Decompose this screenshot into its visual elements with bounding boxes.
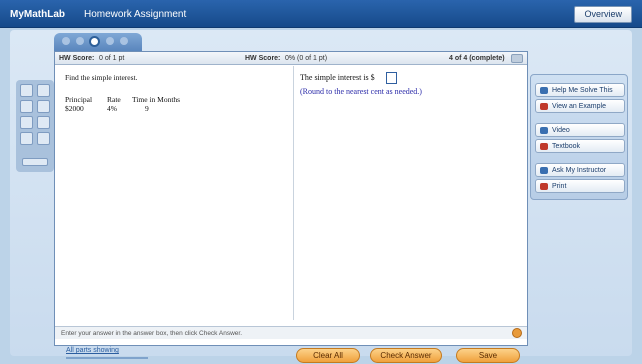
table-cell-time: 9 [145,104,149,113]
tool-button[interactable] [20,84,33,97]
table-header-rate: Rate [107,95,121,104]
table-header-principal: Principal [65,95,93,104]
tab-dot-4[interactable] [106,37,114,45]
ask-instructor-icon [540,167,548,174]
assignment-title: Homework Assignment [84,9,187,20]
help-item-label: Help Me Solve This [552,87,613,94]
textbook-icon [540,143,548,150]
example-icon [540,103,548,110]
score-label: HW Score: [245,55,281,62]
clear-all-button[interactable]: Clear All [296,348,360,363]
question-prompt: Find the simple interest. [65,73,138,82]
view-example-button[interactable]: View an Example [535,99,625,113]
print-button[interactable]: Print [535,179,625,193]
tool-button[interactable] [37,100,50,113]
rounding-instruction: (Round to the nearest cent as needed.) [300,87,422,96]
status-text: Enter your answer in the answer box, the… [61,330,243,337]
math-tools-palette [16,80,54,172]
info-icon[interactable] [512,328,522,338]
help-item-label: Print [552,183,567,190]
table-cell-rate: 4% [107,104,117,113]
overview-button[interactable]: Overview [574,6,632,23]
question-panel: HW Score: 0 of 1 pt HW Score: 0% (0 of 1… [54,51,528,346]
tool-button[interactable] [37,84,50,97]
tab-dot-1[interactable] [62,37,70,45]
help-item-label: Video [552,127,570,134]
tool-more-button[interactable] [22,158,48,166]
question-tab-strip [54,33,142,51]
print-icon [540,183,548,190]
answer-prompt: The simple interest is $ [300,73,375,82]
tool-button[interactable] [37,116,50,129]
tool-button[interactable] [20,116,33,129]
table-header-time: Time in Months [132,95,181,104]
textbook-button[interactable]: Textbook [535,139,625,153]
help-icon [540,87,548,94]
help-item-label: Ask My Instructor [552,167,607,174]
question-position: 4 of 4 (complete) [449,55,505,62]
question-nav-button[interactable] [511,54,523,63]
all-parts-link[interactable]: All parts showing [66,347,119,354]
tool-button[interactable] [37,132,50,145]
check-answer-button[interactable]: Check Answer [370,348,442,363]
top-bar: MyMathLab Homework Assignment Overview [0,0,642,28]
answer-input[interactable] [386,72,397,84]
tool-button[interactable] [20,132,33,145]
help-item-label: Textbook [552,143,581,150]
progress-underline [66,357,148,359]
video-icon [540,127,548,134]
help-me-solve-button[interactable]: Help Me Solve This [535,83,625,97]
hw-score-value: 0 of 1 pt [99,55,125,62]
pane-divider [293,66,294,320]
save-button[interactable]: Save [456,348,520,363]
table-cell-principal: $2000 [65,104,84,113]
video-button[interactable]: Video [535,123,625,137]
tool-button[interactable] [20,100,33,113]
help-item-label: View an Example [552,103,606,110]
tab-dot-3-active[interactable] [89,36,100,47]
hw-score-label: HW Score: [59,55,95,62]
ask-instructor-button[interactable]: Ask My Instructor [535,163,625,177]
score-value: 0% (0 of 1 pt) [285,55,328,62]
brand-logo: MyMathLab [10,9,65,20]
tab-dot-2[interactable] [76,37,84,45]
status-bar: Enter your answer in the answer box, the… [55,326,527,339]
help-panel: Help Me Solve This View an Example Video… [530,74,628,200]
score-header: HW Score: 0 of 1 pt HW Score: 0% (0 of 1… [55,52,527,65]
tab-dot-5[interactable] [120,37,128,45]
